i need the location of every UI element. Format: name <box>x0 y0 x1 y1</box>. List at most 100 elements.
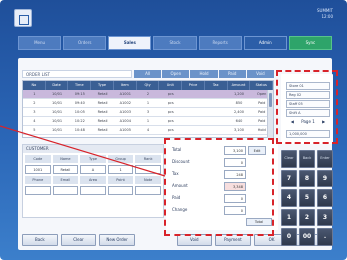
detail-total-button[interactable]: Total <box>246 218 272 226</box>
tab-stock[interactable]: Stock <box>153 36 197 50</box>
form-field[interactable] <box>52 186 79 195</box>
col-tax[interactable]: Tax <box>205 81 228 90</box>
form-label: Name <box>52 155 79 163</box>
side-field-store[interactable]: Store 01 <box>286 82 330 90</box>
cell: 850 <box>235 101 243 105</box>
table-row[interactable]: 2 10/01 09:40 Retail A1002 1 pcs 850 Pai… <box>23 99 273 108</box>
col-type[interactable]: Type <box>91 81 114 90</box>
col-item[interactable]: Item <box>114 81 137 90</box>
col-qty[interactable]: Qty <box>137 81 160 90</box>
col-amount[interactable]: Amount <box>228 81 251 90</box>
key-5[interactable]: 5 <box>299 189 315 207</box>
next-icon[interactable]: ▶ <box>316 118 331 126</box>
table-header: No Date Time Type Item Qty Unit Price Ta… <box>23 81 274 90</box>
col-no[interactable]: No <box>23 81 46 90</box>
key-00[interactable]: 00 <box>299 228 315 246</box>
form-field[interactable] <box>25 186 51 195</box>
list-sub-tabs: All Open Hold Paid Void <box>134 70 275 78</box>
cell: 09:40 <box>74 101 85 105</box>
cell: 10/01 <box>52 110 63 114</box>
col-time[interactable]: Time <box>68 81 92 90</box>
key-3[interactable]: 3 <box>317 208 333 227</box>
detail-label: Amount <box>172 183 188 188</box>
side-footer-value: 1,000,000 <box>286 130 330 138</box>
detail-value[interactable]: 3,100 <box>224 146 246 155</box>
cell: 640 <box>235 119 243 123</box>
tab-admin[interactable]: Admin <box>243 36 287 50</box>
col-date[interactable]: Date <box>46 81 69 90</box>
detail-row-change: Change 0 <box>172 206 272 216</box>
detail-panel: Total 3,100 Edit Discount 0 Tax 248 Amou… <box>166 140 278 230</box>
list-title: ORDER LIST <box>22 70 132 78</box>
table-row[interactable]: 3 10/01 10:05 Retail A1003 3 pcs 2,400 P… <box>23 108 273 117</box>
key-clear[interactable]: Clear <box>281 150 297 168</box>
tab-sales[interactable]: Sales <box>108 36 152 50</box>
detail-value[interactable]: 0 <box>224 194 246 203</box>
detail-value[interactable]: 3,348 <box>224 182 246 191</box>
table-scrollbar[interactable] <box>267 90 273 138</box>
col-unit[interactable]: Unit <box>159 81 183 90</box>
cell: 09:15 <box>74 92 85 96</box>
form-field[interactable]: 1001 <box>25 165 51 174</box>
tab-orders[interactable]: Orders <box>63 36 107 50</box>
customer-form: CUSTOMER Code Name Type Group Rank 1001 … <box>22 144 164 218</box>
tab-reports[interactable]: Reports <box>198 36 242 50</box>
sub-tab-void[interactable]: Void <box>246 70 275 78</box>
detail-value[interactable]: 0 <box>224 206 246 215</box>
form-field[interactable]: 1 <box>107 165 134 174</box>
detail-value[interactable]: 0 <box>224 158 246 167</box>
col-price[interactable]: Price <box>182 81 205 90</box>
side-field-register[interactable]: Reg 02 <box>286 91 330 99</box>
tab-sync[interactable]: Sync <box>288 36 332 50</box>
cell: 1 <box>146 119 150 123</box>
cell: Retail <box>97 92 108 96</box>
sub-tab-hold[interactable]: Hold <box>190 70 218 78</box>
clear-button[interactable]: Clear <box>60 234 97 246</box>
key-4[interactable]: 4 <box>281 189 297 207</box>
key-0[interactable]: 0 <box>281 228 297 246</box>
void-button[interactable]: Void <box>176 234 213 246</box>
side-field-shift[interactable]: Shift A <box>286 109 330 117</box>
cell: 1 <box>146 101 150 105</box>
prev-icon[interactable]: ◀ <box>285 118 300 126</box>
table-row[interactable]: 1 10/01 09:15 Retail A1001 2 pcs 1,200 O… <box>23 90 273 99</box>
home-logo-icon[interactable] <box>14 9 32 27</box>
cell: 10:48 <box>74 128 85 132</box>
key-back[interactable]: Back <box>299 150 315 168</box>
table-row[interactable]: 5 10/01 10:48 Retail A1005 4 pcs 3,100 H… <box>23 126 273 135</box>
back-button[interactable]: Back <box>22 234 58 246</box>
form-field[interactable] <box>107 186 134 195</box>
payment-button[interactable]: Payment <box>215 234 251 246</box>
sub-tab-all[interactable]: All <box>134 70 162 78</box>
form-field[interactable] <box>135 165 161 174</box>
form-value-row: 1001 Retail A 1 <box>23 163 163 174</box>
detail-edit-button[interactable]: Edit <box>248 146 266 155</box>
form-field[interactable]: A <box>80 165 106 174</box>
form-label-row: Phone Email Area Point Note <box>23 174 163 184</box>
cell: 1 <box>33 92 36 96</box>
key-8[interactable]: 8 <box>299 169 315 188</box>
key-dot[interactable]: . <box>317 228 333 246</box>
table-row[interactable]: 4 10/01 10:22 Retail A1004 1 pcs 640 Pai… <box>23 117 273 126</box>
form-field[interactable]: Retail <box>52 165 79 174</box>
form-field[interactable] <box>80 186 106 195</box>
key-9[interactable]: 9 <box>317 169 333 188</box>
key-enter[interactable]: Enter <box>317 150 333 168</box>
cell <box>205 90 228 98</box>
detail-label: Discount <box>172 159 190 164</box>
key-2[interactable]: 2 <box>299 208 315 227</box>
cell: 3,100 <box>233 128 244 132</box>
tab-menu[interactable]: Menu <box>18 36 62 50</box>
detail-value[interactable]: 248 <box>224 170 246 179</box>
sub-tab-open[interactable]: Open <box>162 70 190 78</box>
col-status[interactable]: Status <box>250 81 274 90</box>
new-order-button[interactable]: New Order <box>99 234 135 246</box>
key-7[interactable]: 7 <box>281 169 297 188</box>
form-field[interactable] <box>135 186 161 195</box>
sub-tab-paid[interactable]: Paid <box>218 70 246 78</box>
order-table: No Date Time Type Item Qty Unit Price Ta… <box>22 80 274 138</box>
key-6[interactable]: 6 <box>317 189 333 207</box>
side-field-staff[interactable]: Staff 05 <box>286 100 330 108</box>
key-1[interactable]: 1 <box>281 208 297 227</box>
cell: A1005 <box>119 128 131 132</box>
